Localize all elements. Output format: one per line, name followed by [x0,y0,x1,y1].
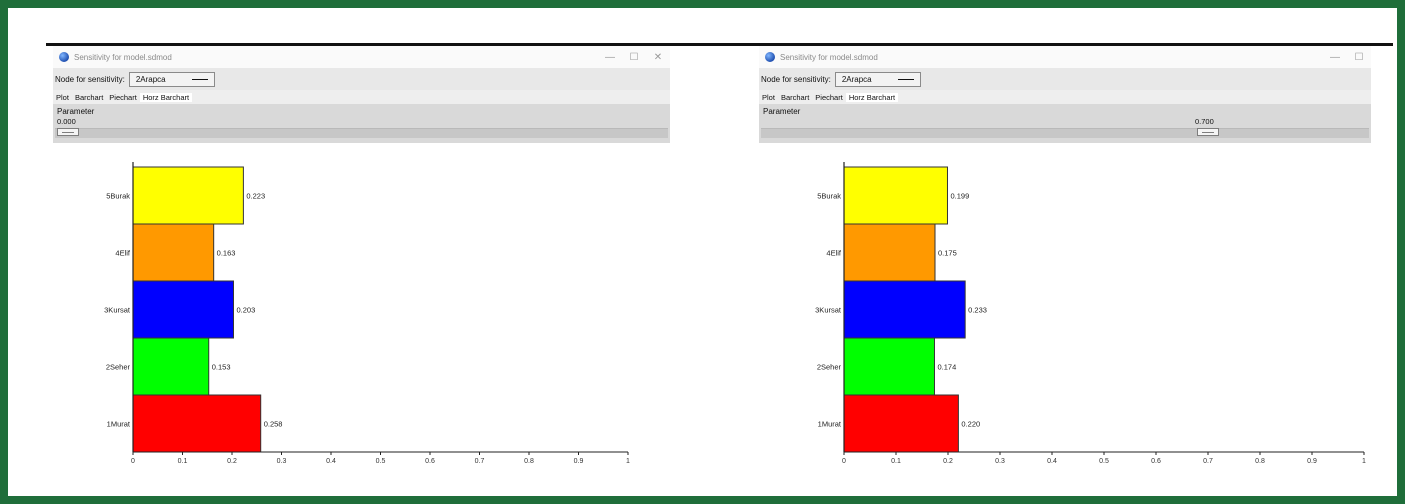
x-tick-label: 0.6 [1151,458,1161,465]
parameter-panel: Parameter 0.700 [759,104,1371,143]
value-label: 0.223 [246,192,265,201]
minimize-icon[interactable]: — [598,52,622,63]
dropdown-arrow-icon [191,78,208,80]
sensitivity-window-1: Sensitivity for model.sdmod — ☐ ✕ Node f… [53,46,670,466]
bar-4Elif [132,223,215,282]
chart-tabs: Plot Barchart Piechart Horz Barchart [53,90,670,104]
parameter-value: 0.700 [1195,117,1214,126]
x-tick-label: 0.5 [376,458,386,465]
parameter-slider-track[interactable] [55,128,668,138]
category-label: 5Burak [817,192,841,201]
x-tick-label: 0 [842,458,846,465]
value-label: 0.220 [961,420,980,429]
value-label: 0.175 [938,249,957,258]
window-title: Sensitivity for model.sdmod [780,52,878,62]
category-label: 2Seher [106,363,131,372]
x-tick-label: 0.1 [891,458,901,465]
title-bar: Sensitivity for model.sdmod — ☐ ✕ [53,46,670,68]
x-tick-label: 0.3 [277,458,287,465]
bar-4Elif [843,223,936,282]
window-title: Sensitivity for model.sdmod [74,52,172,62]
category-label: 5Burak [106,192,130,201]
category-label: 1Murat [818,420,842,429]
x-tick-label: 0.4 [326,458,336,465]
bar-2Seher [843,337,935,396]
x-tick-label: 0 [131,458,135,465]
value-label: 0.203 [236,306,255,315]
tab-barchart[interactable]: Barchart [778,93,812,102]
node-select-value: 2Arapca [841,74,872,84]
value-label: 0.153 [212,363,231,372]
value-label: 0.163 [217,249,236,258]
close-icon[interactable]: ✕ [646,52,670,63]
x-tick-label: 0.9 [574,458,584,465]
title-bar: Sensitivity for model.sdmod — ☐ [759,46,1371,68]
tab-plot[interactable]: Plot [53,93,72,102]
app-icon [59,52,69,62]
tab-horz-barchart[interactable]: Horz Barchart [139,92,193,102]
sensitivity-window-2: Sensitivity for model.sdmod — ☐ Node for… [759,46,1371,466]
chart-svg: 5Burak 0.223 4Elif 0.163 3Kursat 0.203 2Seher 0… [104,162,630,465]
category-label: 4Elif [826,249,842,258]
category-label: 4Elif [115,249,131,258]
category-label: 3Kursat [815,306,842,315]
bar-5Burak [132,166,244,225]
x-tick-label: 0.5 [1099,458,1109,465]
bar-5Burak [843,166,948,225]
node-selector-bar: Node for sensitivity: 2Arapca [759,68,1371,90]
x-tick-label: 0.2 [227,458,237,465]
bar-2Seher [132,337,210,396]
category-label: 2Seher [817,363,842,372]
parameter-label: Parameter [763,107,801,116]
tab-barchart[interactable]: Barchart [72,93,106,102]
category-label: 3Kursat [104,306,131,315]
x-tick-label: 0.8 [524,458,534,465]
tab-horz-barchart[interactable]: Horz Barchart [845,92,899,102]
node-select-value: 2Arapca [135,74,166,84]
maximize-icon[interactable]: ☐ [622,52,646,63]
bar-1Murat [843,394,959,453]
x-tick-label: 0.3 [995,458,1005,465]
tab-plot[interactable]: Plot [759,93,778,102]
x-tick-label: 0.1 [178,458,188,465]
app-icon [765,52,775,62]
node-selector-bar: Node for sensitivity: 2Arapca [53,68,670,90]
maximize-icon[interactable]: ☐ [1347,52,1371,63]
horz-barchart: 5Burak 0.223 4Elif 0.163 3Kursat 0.203 2Seher 0… [53,146,670,471]
x-tick-label: 0.6 [425,458,435,465]
chart-tabs: Plot Barchart Piechart Horz Barchart [759,90,1371,104]
parameter-slider-thumb[interactable] [57,128,79,136]
tab-piechart[interactable]: Piechart [812,93,846,102]
value-label: 0.199 [950,192,969,201]
bar-1Murat [132,394,262,453]
bar-3Kursat [132,280,234,339]
x-tick-label: 0.7 [1203,458,1213,465]
value-label: 0.174 [937,363,956,372]
node-select[interactable]: 2Arapca [128,71,215,87]
x-tick-label: 0.7 [475,458,485,465]
category-label: 1Murat [107,420,131,429]
parameter-panel: Parameter 0.000 [53,104,670,143]
node-label: Node for sensitivity: [761,74,831,84]
x-tick-label: 1 [626,458,630,465]
x-tick-label: 0.4 [1047,458,1057,465]
parameter-slider-track[interactable] [761,128,1369,138]
x-tick-label: 1 [1362,458,1366,465]
parameter-value: 0.000 [57,117,76,126]
bar-3Kursat [843,280,966,339]
node-select[interactable]: 2Arapca [834,71,921,87]
node-label: Node for sensitivity: [55,74,125,84]
x-tick-label: 0.9 [1307,458,1317,465]
value-label: 0.233 [968,306,987,315]
horz-barchart: 5Burak 0.199 4Elif 0.175 3Kursat 0.233 2Seher 0… [759,146,1371,471]
parameter-slider-thumb[interactable] [1197,128,1219,136]
value-label: 0.258 [264,420,283,429]
minimize-icon[interactable]: — [1323,52,1347,63]
parameter-label: Parameter [57,107,95,116]
x-tick-label: 0.2 [943,458,953,465]
dropdown-arrow-icon [897,78,914,80]
chart-svg: 5Burak 0.199 4Elif 0.175 3Kursat 0.233 2Seher 0… [815,162,1366,465]
x-tick-label: 0.8 [1255,458,1265,465]
tab-piechart[interactable]: Piechart [106,93,140,102]
